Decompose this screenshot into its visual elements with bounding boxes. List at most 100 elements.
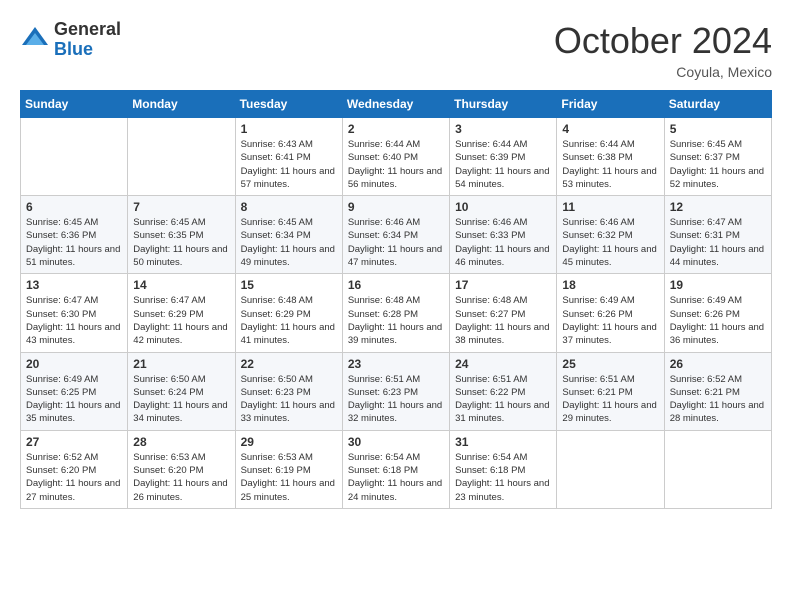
calendar-cell: 23 Sunrise: 6:51 AMSunset: 6:23 PMDayligh… (342, 352, 449, 430)
calendar-cell: 2 Sunrise: 6:44 AMSunset: 6:40 PMDaylight… (342, 118, 449, 196)
calendar-cell: 16Sunrise: 6:48 AMSunset: 6:28 PMDayligh… (342, 274, 449, 352)
calendar-cell: 21Sunrise: 6:50 AMSunset: 6:24 PMDayligh… (128, 352, 235, 430)
calendar-cell: 24 Sunrise: 6:51 AMSunset: 6:22 PMDayligh… (450, 352, 557, 430)
calendar-week-2: 6 Sunrise: 6:45 AMSunset: 6:36 PMDaylight… (21, 196, 772, 274)
calendar-cell: 10 Sunrise: 6:46 AMSunset: 6:33 PMDayligh… (450, 196, 557, 274)
day-info: Sunrise: 6:45 AMSunset: 6:35 PMDaylight:… (133, 216, 229, 269)
day-info: Sunrise: 6:47 AMSunset: 6:31 PMDaylight:… (670, 216, 766, 269)
day-info: Sunrise: 6:47 AMSunset: 6:30 PMDaylight:… (26, 294, 122, 347)
day-info: Sunrise: 6:51 AMSunset: 6:22 PMDaylight:… (455, 373, 551, 426)
day-number: 10 (455, 200, 551, 214)
day-number: 17 (455, 278, 551, 292)
day-number: 31 (455, 435, 551, 449)
day-number: 1 (241, 122, 337, 136)
day-number: 4 (562, 122, 658, 136)
day-info: Sunrise: 6:43 AMSunset: 6:41 PMDaylight:… (241, 138, 337, 191)
day-info: Sunrise: 6:49 AMSunset: 6:26 PMDaylight:… (670, 294, 766, 347)
day-info: Sunrise: 6:46 AMSunset: 6:32 PMDaylight:… (562, 216, 658, 269)
day-number: 25 (562, 357, 658, 371)
weekday-sunday: Sunday (21, 91, 128, 118)
location: Coyula, Mexico (554, 64, 772, 80)
calendar-cell: 6 Sunrise: 6:45 AMSunset: 6:36 PMDaylight… (21, 196, 128, 274)
day-number: 7 (133, 200, 229, 214)
day-number: 20 (26, 357, 122, 371)
logo-icon (20, 25, 50, 55)
day-number: 19 (670, 278, 766, 292)
day-info: Sunrise: 6:45 AMSunset: 6:34 PMDaylight:… (241, 216, 337, 269)
day-number: 27 (26, 435, 122, 449)
calendar-cell (128, 118, 235, 196)
day-info: Sunrise: 6:49 AMSunset: 6:26 PMDaylight:… (562, 294, 658, 347)
calendar-cell: 12Sunrise: 6:47 AMSunset: 6:31 PMDayligh… (664, 196, 771, 274)
calendar-body: 1 Sunrise: 6:43 AMSunset: 6:41 PMDaylight… (21, 118, 772, 509)
day-number: 26 (670, 357, 766, 371)
day-info: Sunrise: 6:48 AMSunset: 6:29 PMDaylight:… (241, 294, 337, 347)
calendar-cell: 28 Sunrise: 6:53 AMSunset: 6:20 PMDayligh… (128, 430, 235, 508)
calendar-cell: 11 Sunrise: 6:46 AMSunset: 6:32 PMDayligh… (557, 196, 664, 274)
calendar-cell: 18 Sunrise: 6:49 AMSunset: 6:26 PMDayligh… (557, 274, 664, 352)
day-number: 23 (348, 357, 444, 371)
calendar-cell: 13Sunrise: 6:47 AMSunset: 6:30 PMDayligh… (21, 274, 128, 352)
calendar-cell: 26Sunrise: 6:52 AMSunset: 6:21 PMDayligh… (664, 352, 771, 430)
day-number: 6 (26, 200, 122, 214)
day-info: Sunrise: 6:54 AMSunset: 6:18 PMDaylight:… (455, 451, 551, 504)
logo: General Blue (20, 20, 121, 60)
day-number: 29 (241, 435, 337, 449)
logo-general: General (54, 20, 121, 40)
page-header: General Blue October 2024 Coyula, Mexico (20, 20, 772, 80)
weekday-monday: Monday (128, 91, 235, 118)
day-info: Sunrise: 6:44 AMSunset: 6:40 PMDaylight:… (348, 138, 444, 191)
day-number: 14 (133, 278, 229, 292)
calendar-cell: 1 Sunrise: 6:43 AMSunset: 6:41 PMDaylight… (235, 118, 342, 196)
logo-blue: Blue (54, 40, 121, 60)
day-info: Sunrise: 6:48 AMSunset: 6:28 PMDaylight:… (348, 294, 444, 347)
calendar-cell: 14Sunrise: 6:47 AMSunset: 6:29 PMDayligh… (128, 274, 235, 352)
day-number: 22 (241, 357, 337, 371)
day-number: 5 (670, 122, 766, 136)
calendar-cell: 9Sunrise: 6:46 AMSunset: 6:34 PMDaylight… (342, 196, 449, 274)
calendar-week-5: 27 Sunrise: 6:52 AMSunset: 6:20 PMDayligh… (21, 430, 772, 508)
calendar-cell: 3Sunrise: 6:44 AMSunset: 6:39 PMDaylight… (450, 118, 557, 196)
day-info: Sunrise: 6:46 AMSunset: 6:33 PMDaylight:… (455, 216, 551, 269)
calendar-week-3: 13Sunrise: 6:47 AMSunset: 6:30 PMDayligh… (21, 274, 772, 352)
day-number: 15 (241, 278, 337, 292)
calendar: SundayMondayTuesdayWednesdayThursdayFrid… (20, 90, 772, 509)
logo-text: General Blue (54, 20, 121, 60)
calendar-header: SundayMondayTuesdayWednesdayThursdayFrid… (21, 91, 772, 118)
weekday-header-row: SundayMondayTuesdayWednesdayThursdayFrid… (21, 91, 772, 118)
day-number: 18 (562, 278, 658, 292)
calendar-cell: 4 Sunrise: 6:44 AMSunset: 6:38 PMDaylight… (557, 118, 664, 196)
calendar-cell: 25Sunrise: 6:51 AMSunset: 6:21 PMDayligh… (557, 352, 664, 430)
calendar-cell (557, 430, 664, 508)
weekday-thursday: Thursday (450, 91, 557, 118)
day-number: 3 (455, 122, 551, 136)
calendar-cell: 30Sunrise: 6:54 AMSunset: 6:18 PMDayligh… (342, 430, 449, 508)
calendar-cell: 29Sunrise: 6:53 AMSunset: 6:19 PMDayligh… (235, 430, 342, 508)
weekday-tuesday: Tuesday (235, 91, 342, 118)
calendar-cell (21, 118, 128, 196)
day-info: Sunrise: 6:45 AMSunset: 6:36 PMDaylight:… (26, 216, 122, 269)
weekday-friday: Friday (557, 91, 664, 118)
calendar-cell: 27 Sunrise: 6:52 AMSunset: 6:20 PMDayligh… (21, 430, 128, 508)
day-info: Sunrise: 6:53 AMSunset: 6:20 PMDaylight:… (133, 451, 229, 504)
day-info: Sunrise: 6:48 AMSunset: 6:27 PMDaylight:… (455, 294, 551, 347)
day-info: Sunrise: 6:44 AMSunset: 6:38 PMDaylight:… (562, 138, 658, 191)
calendar-cell: 15 Sunrise: 6:48 AMSunset: 6:29 PMDayligh… (235, 274, 342, 352)
title-block: October 2024 Coyula, Mexico (554, 20, 772, 80)
day-info: Sunrise: 6:49 AMSunset: 6:25 PMDaylight:… (26, 373, 122, 426)
day-info: Sunrise: 6:50 AMSunset: 6:23 PMDaylight:… (241, 373, 337, 426)
calendar-cell: 31 Sunrise: 6:54 AMSunset: 6:18 PMDayligh… (450, 430, 557, 508)
day-number: 2 (348, 122, 444, 136)
day-number: 28 (133, 435, 229, 449)
calendar-cell: 20 Sunrise: 6:49 AMSunset: 6:25 PMDayligh… (21, 352, 128, 430)
day-number: 24 (455, 357, 551, 371)
day-number: 11 (562, 200, 658, 214)
day-info: Sunrise: 6:51 AMSunset: 6:23 PMDaylight:… (348, 373, 444, 426)
calendar-week-4: 20 Sunrise: 6:49 AMSunset: 6:25 PMDayligh… (21, 352, 772, 430)
day-number: 21 (133, 357, 229, 371)
calendar-cell: 5Sunrise: 6:45 AMSunset: 6:37 PMDaylight… (664, 118, 771, 196)
weekday-wednesday: Wednesday (342, 91, 449, 118)
day-info: Sunrise: 6:54 AMSunset: 6:18 PMDaylight:… (348, 451, 444, 504)
calendar-cell: 8Sunrise: 6:45 AMSunset: 6:34 PMDaylight… (235, 196, 342, 274)
day-info: Sunrise: 6:52 AMSunset: 6:20 PMDaylight:… (26, 451, 122, 504)
